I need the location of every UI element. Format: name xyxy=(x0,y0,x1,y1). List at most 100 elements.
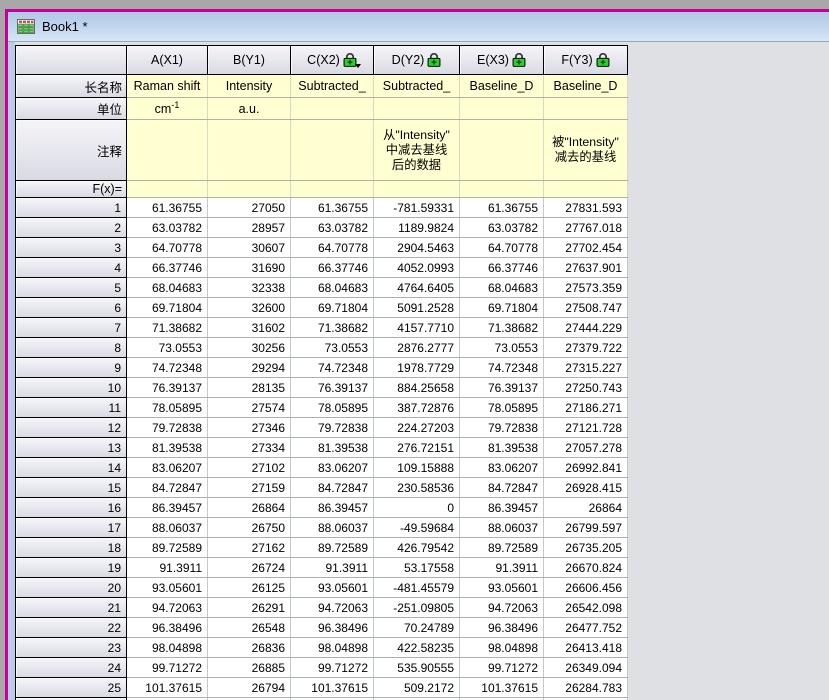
data-cell[interactable]: 68.04683 xyxy=(126,277,208,298)
data-cell[interactable]: 78.05895 xyxy=(290,397,374,418)
fx-cell[interactable] xyxy=(126,180,208,198)
data-cell[interactable]: 27637.901 xyxy=(543,257,628,278)
data-cell[interactable]: 27186.271 xyxy=(543,397,628,418)
data-cell[interactable]: 5091.2528 xyxy=(373,297,460,318)
row-number[interactable]: 13 xyxy=(15,437,127,458)
row-number[interactable]: 12 xyxy=(15,417,127,438)
data-cell[interactable]: 1978.7729 xyxy=(373,357,460,378)
data-cell[interactable]: 26291 xyxy=(207,597,291,618)
long_name-cell[interactable]: Raman shift xyxy=(126,74,208,98)
lock-icon[interactable] xyxy=(427,52,441,67)
data-cell[interactable]: 422.58235 xyxy=(373,637,460,658)
row-number[interactable]: 2 xyxy=(15,217,127,238)
data-cell[interactable]: 84.72847 xyxy=(290,477,374,498)
data-cell[interactable]: 27334 xyxy=(207,437,291,458)
row-number[interactable]: 23 xyxy=(15,637,127,658)
data-cell[interactable]: 73.0553 xyxy=(126,337,208,358)
row-number[interactable]: 19 xyxy=(15,557,127,578)
row-number[interactable]: 24 xyxy=(15,657,127,678)
data-cell[interactable]: 27102 xyxy=(207,457,291,478)
data-cell[interactable]: 73.0553 xyxy=(459,337,544,358)
data-cell[interactable]: 276.72151 xyxy=(373,437,460,458)
data-cell[interactable]: 101.37615 xyxy=(459,677,544,698)
data-cell[interactable]: 387.72876 xyxy=(373,397,460,418)
data-cell[interactable]: 26606.456 xyxy=(543,577,628,598)
data-cell[interactable]: 0 xyxy=(373,497,460,518)
data-cell[interactable]: 94.72063 xyxy=(290,597,374,618)
units-cell[interactable] xyxy=(373,97,460,120)
window-titlebar[interactable]: Book1 * xyxy=(8,12,829,42)
row-number[interactable]: 22 xyxy=(15,617,127,638)
data-cell[interactable]: 81.39538 xyxy=(290,437,374,458)
data-cell[interactable]: 2904.5463 xyxy=(373,237,460,258)
data-cell[interactable]: 64.70778 xyxy=(459,237,544,258)
data-cell[interactable]: 96.38496 xyxy=(126,617,208,638)
data-cell[interactable]: 26735.205 xyxy=(543,537,628,558)
data-cell[interactable]: 31690 xyxy=(207,257,291,278)
data-cell[interactable]: 88.06037 xyxy=(459,517,544,538)
data-cell[interactable]: 99.71272 xyxy=(290,657,374,678)
data-cell[interactable]: 74.72348 xyxy=(126,357,208,378)
data-cell[interactable]: 53.17558 xyxy=(373,557,460,578)
data-cell[interactable]: 66.37746 xyxy=(290,257,374,278)
data-cell[interactable]: 27444.229 xyxy=(543,317,628,338)
comments-cell[interactable] xyxy=(290,119,374,181)
data-cell[interactable]: 101.37615 xyxy=(290,677,374,698)
data-cell[interactable]: -49.59684 xyxy=(373,517,460,538)
data-cell[interactable]: 27574 xyxy=(207,397,291,418)
column-header-f[interactable]: F(Y3) xyxy=(543,45,628,75)
data-cell[interactable]: 31602 xyxy=(207,317,291,338)
data-cell[interactable]: 26885 xyxy=(207,657,291,678)
data-cell[interactable]: 4052.0993 xyxy=(373,257,460,278)
data-cell[interactable]: 88.06037 xyxy=(290,517,374,538)
fx-cell[interactable] xyxy=(290,180,374,198)
row-label-long-name[interactable]: 长名称 xyxy=(15,74,127,98)
data-cell[interactable]: -781.59331 xyxy=(373,197,460,218)
row-number[interactable]: 11 xyxy=(15,397,127,418)
column-header-a[interactable]: A(X1) xyxy=(126,45,208,75)
data-cell[interactable]: 27767.018 xyxy=(543,217,628,238)
comments-cell[interactable]: 被"Intensity" 减去的基线 xyxy=(543,119,628,181)
row-label-fx[interactable]: F(x)= xyxy=(15,180,127,198)
data-cell[interactable]: 86.39457 xyxy=(126,497,208,518)
units-cell[interactable] xyxy=(459,97,544,120)
data-cell[interactable]: 26670.824 xyxy=(543,557,628,578)
row-number[interactable]: 20 xyxy=(15,577,127,598)
data-cell[interactable]: 84.72847 xyxy=(126,477,208,498)
data-cell[interactable]: 99.71272 xyxy=(126,657,208,678)
data-cell[interactable]: 66.37746 xyxy=(126,257,208,278)
data-cell[interactable]: 83.06207 xyxy=(126,457,208,478)
data-cell[interactable]: 91.3911 xyxy=(459,557,544,578)
data-cell[interactable]: 509.2172 xyxy=(373,677,460,698)
data-cell[interactable]: 26548 xyxy=(207,617,291,638)
data-cell[interactable]: 79.72838 xyxy=(126,417,208,438)
data-cell[interactable]: 76.39137 xyxy=(290,377,374,398)
data-cell[interactable]: 61.36755 xyxy=(126,197,208,218)
data-cell[interactable]: 93.05601 xyxy=(126,577,208,598)
row-number[interactable]: 9 xyxy=(15,357,127,378)
data-cell[interactable]: 69.71804 xyxy=(126,297,208,318)
long_name-cell[interactable]: Baseline_D xyxy=(543,74,628,98)
data-cell[interactable]: 83.06207 xyxy=(290,457,374,478)
data-cell[interactable]: 426.79542 xyxy=(373,537,460,558)
lock-icon[interactable] xyxy=(596,52,610,67)
data-cell[interactable]: 4157.7710 xyxy=(373,317,460,338)
lock-dropdown-caret[interactable] xyxy=(354,64,361,68)
data-cell[interactable]: 2876.2777 xyxy=(373,337,460,358)
data-cell[interactable]: 69.71804 xyxy=(459,297,544,318)
data-cell[interactable]: 26750 xyxy=(207,517,291,538)
data-cell[interactable]: 64.70778 xyxy=(126,237,208,258)
row-number[interactable]: 10 xyxy=(15,377,127,398)
units-cell[interactable]: a.u. xyxy=(207,97,291,120)
data-cell[interactable]: 98.04898 xyxy=(459,637,544,658)
data-cell[interactable]: 68.04683 xyxy=(459,277,544,298)
data-cell[interactable]: 78.05895 xyxy=(459,397,544,418)
row-number[interactable]: 1 xyxy=(15,197,127,218)
data-cell[interactable]: 63.03782 xyxy=(126,217,208,238)
data-cell[interactable]: 76.39137 xyxy=(126,377,208,398)
data-cell[interactable]: 81.39538 xyxy=(126,437,208,458)
data-cell[interactable]: 26349.094 xyxy=(543,657,628,678)
data-cell[interactable]: 98.04898 xyxy=(126,637,208,658)
long_name-cell[interactable]: Subtracted_ xyxy=(373,74,460,98)
data-cell[interactable]: 26836 xyxy=(207,637,291,658)
